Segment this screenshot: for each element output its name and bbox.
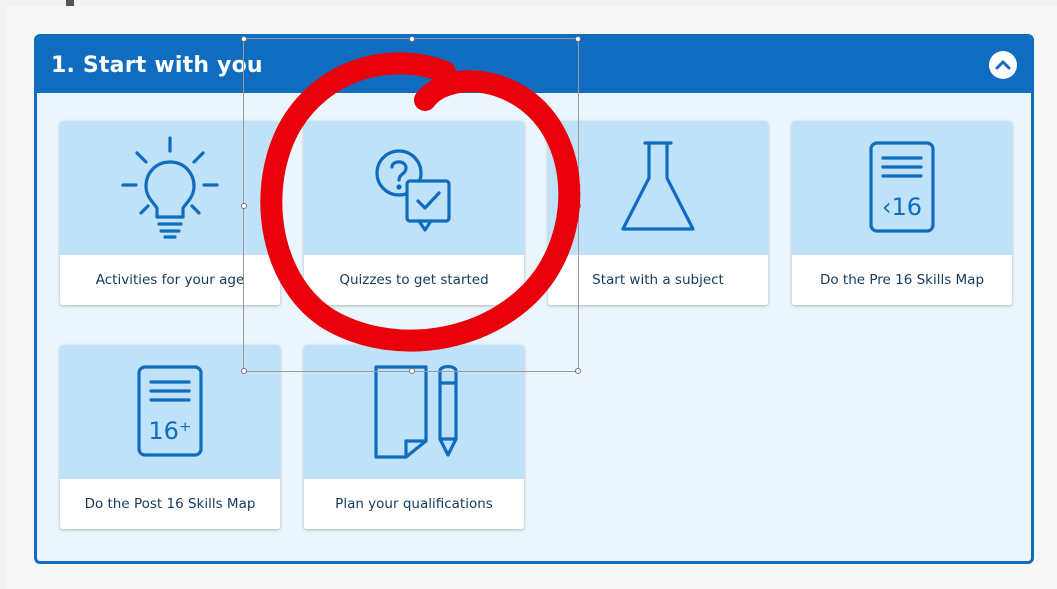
start-with-you-panel: 1. Start with you Activities for your ag… xyxy=(34,34,1034,564)
card-art xyxy=(304,345,524,479)
card-activities-for-your-age[interactable]: Activities for your age xyxy=(60,121,280,305)
card-do-the-pre-16-skills-map[interactable]: ‹16 Do the Pre 16 Skills Map xyxy=(792,121,1012,305)
card-do-the-post-16-skills-map[interactable]: 16⁺ Do the Post 16 Skills Map xyxy=(60,345,280,529)
collapse-button[interactable] xyxy=(989,51,1017,79)
post16-document-icon: 16⁺ xyxy=(137,365,203,457)
lightbulb-icon xyxy=(121,136,219,239)
panel-header[interactable]: 1. Start with you xyxy=(37,37,1031,93)
card-art xyxy=(304,121,524,255)
card-start-with-a-subject[interactable]: Start with a subject xyxy=(548,121,768,305)
card-art: 16⁺ xyxy=(60,345,280,479)
pre16-document-icon: ‹16 xyxy=(869,141,935,233)
card-label: Do the Post 16 Skills Map xyxy=(84,496,256,512)
panel-title: 1. Start with you xyxy=(51,52,263,78)
post16-icon-text: 16⁺ xyxy=(148,417,191,445)
paper-pencil-icon xyxy=(374,364,458,459)
card-art: ‹16 xyxy=(792,121,1012,255)
card-label: Plan your qualifications xyxy=(335,496,493,512)
card-art xyxy=(548,121,768,255)
card-plan-your-qualifications[interactable]: Plan your qualifications xyxy=(304,345,524,529)
flask-icon xyxy=(621,141,695,231)
card-art xyxy=(60,121,280,255)
chevron-up-icon xyxy=(995,60,1011,70)
quiz-icon xyxy=(375,149,451,232)
card-label: Activities for your age xyxy=(95,272,245,288)
pre16-icon-text: ‹16 xyxy=(882,193,922,221)
card-label: Do the Pre 16 Skills Map xyxy=(819,272,985,288)
card-label: Quizzes to get started xyxy=(339,272,489,288)
card-label: Start with a subject xyxy=(592,272,724,288)
cursor-mark xyxy=(66,0,74,6)
card-quizzes-to-get-started[interactable]: Quizzes to get started xyxy=(304,121,524,305)
